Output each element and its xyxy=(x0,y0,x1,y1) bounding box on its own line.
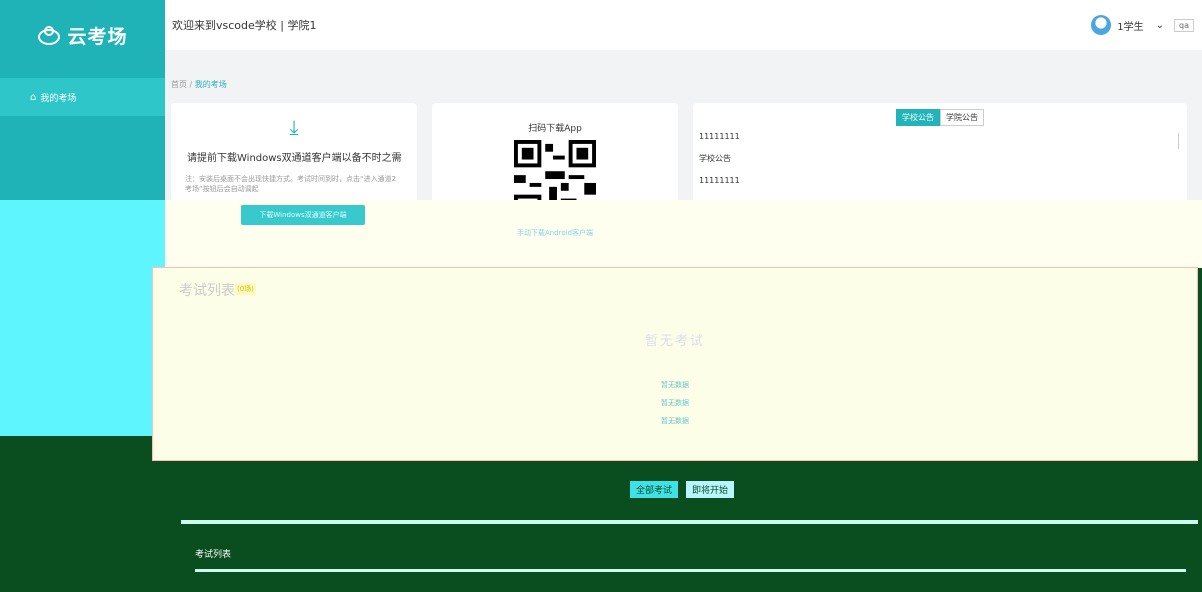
language-switch[interactable]: qa xyxy=(1174,18,1194,32)
exam-title: 考试列表 xyxy=(179,283,235,299)
list-item[interactable]: 学校公告 xyxy=(699,148,1187,170)
tab-college-notice[interactable]: 学院公告 xyxy=(940,109,984,126)
bottom-list-item: 考试列表 xyxy=(195,550,232,560)
exam-count-badge: (0场) xyxy=(235,283,256,295)
exam-row: 暂无数据 xyxy=(661,381,689,389)
download-icon: ⤓ xyxy=(289,115,299,139)
download-note: 注：安装后桌面不会出现快捷方式。考试时间到时，点击“进入通道2考场”按钮后会自动… xyxy=(185,175,397,193)
divider xyxy=(195,569,1186,572)
exam-filter: 全部考试 即将开始 xyxy=(630,481,735,498)
breadcrumb-current: 我的考场 xyxy=(194,80,227,89)
sidebar-item-my-exam[interactable]: ⌂ 我的考场 xyxy=(0,78,165,116)
download-card: ⤓ 请提前下载Windows双通道客户端以备不时之需 注：安装后桌面不会出现快捷… xyxy=(171,103,417,213)
breadcrumb: 首页 / 我的考场 xyxy=(165,50,1202,90)
upper-glitch-band: 下载Windows双通道客户端 手动下载Android客户端 xyxy=(165,200,1202,268)
exam-panel: 考试列表 (0场) 暂无考试 暂无数据 暂无数据 暂无数据 xyxy=(152,267,1198,461)
notice-tabs: 学校公告 学院公告 xyxy=(693,109,1187,126)
avatar[interactable] xyxy=(1091,15,1112,35)
breadcrumb-separator: / xyxy=(189,80,193,89)
exam-empty-text: 暂无考试 xyxy=(644,334,705,349)
tab-school-notice[interactable]: 学校公告 xyxy=(896,109,940,126)
notice-card: 学校公告 学院公告 11111111 学校公告 11111111 xyxy=(693,103,1187,213)
top-bar: 欢迎来到vscode学校 | 学院1 1学生 ⌄ qa xyxy=(165,0,1202,51)
sidebar: 云考场 ⌂ 我的考场 xyxy=(0,0,165,200)
user-name[interactable]: 1学生 xyxy=(1117,18,1143,33)
sidebar-item-label: 我的考场 xyxy=(40,93,77,104)
divider xyxy=(181,520,1198,524)
chevron-down-icon[interactable]: ⌄ xyxy=(1156,20,1164,31)
notice-scrollbar[interactable] xyxy=(1178,133,1179,149)
logo-text: 云考场 xyxy=(67,25,128,48)
list-item[interactable]: 11111111 xyxy=(699,170,1187,192)
android-download-link[interactable]: 手动下载Android客户端 xyxy=(432,228,678,238)
filter-all-button[interactable]: 全部考试 xyxy=(630,481,679,498)
app-download-card: 扫码下载App xyxy=(432,103,678,222)
logo-icon xyxy=(38,26,61,45)
breadcrumb-home[interactable]: 首页 xyxy=(171,80,187,89)
notice-list: 11111111 学校公告 11111111 xyxy=(693,126,1187,192)
qr-title: 扫码下载App xyxy=(528,124,582,134)
list-item[interactable]: 11111111 xyxy=(699,126,1187,148)
app-logo: 云考场 xyxy=(0,0,165,70)
download-heading: 请提前下载Windows双通道客户端以备不时之需 xyxy=(187,153,402,164)
filter-upcoming-button[interactable]: 即将开始 xyxy=(686,481,735,498)
bottom-region: 全部考试 即将开始 考试列表 xyxy=(165,459,1202,592)
main-content: 首页 / 我的考场 ⤓ 请提前下载Windows双通道客户端以备不时之需 注：安… xyxy=(165,50,1202,222)
exam-row: 暂无数据 xyxy=(661,417,689,425)
user-menu[interactable]: 1学生 ⌄ qa xyxy=(1091,15,1202,35)
left-glitch-band xyxy=(0,200,165,436)
home-icon: ⌂ xyxy=(30,91,37,103)
welcome-title: 欢迎来到vscode学校 | 学院1 xyxy=(172,19,317,32)
download-client-button[interactable]: 下载Windows双通道客户端 xyxy=(241,205,365,225)
exam-row: 暂无数据 xyxy=(661,399,689,407)
